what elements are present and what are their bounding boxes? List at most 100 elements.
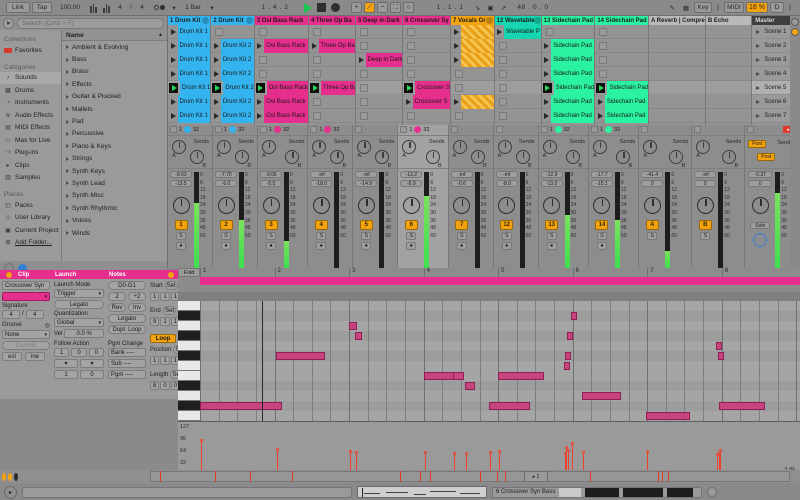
send-b-knob[interactable]	[235, 149, 249, 164]
metronome-icon-2[interactable]	[101, 2, 112, 13]
midi-note[interactable]	[718, 352, 724, 360]
key-map-button[interactable]: Key	[694, 2, 712, 13]
expand-triangle-icon[interactable]	[66, 181, 69, 186]
clip-slot[interactable]: Sidechain Pad	[541, 38, 595, 53]
clip-play-icon[interactable]	[170, 56, 176, 63]
clip-slot[interactable]	[451, 94, 494, 109]
arm-button[interactable]: ●	[546, 242, 557, 250]
midi-note[interactable]	[200, 402, 282, 410]
output-channel[interactable]: 32	[423, 127, 429, 133]
clip[interactable]: Sidechain Pad	[553, 80, 595, 95]
track-header[interactable]: 14 Sidechain Pad	[595, 16, 649, 25]
halve-notes-button[interactable]: ÷2	[128, 292, 146, 301]
clip-slot-empty[interactable]	[254, 53, 309, 67]
stop-clip-button[interactable]	[360, 83, 369, 92]
send-a-knob[interactable]	[643, 139, 658, 154]
send-b-knob[interactable]	[330, 149, 345, 164]
velocity-handle[interactable]	[582, 450, 586, 454]
play-button[interactable]	[304, 2, 312, 13]
clip-slot[interactable]	[451, 24, 494, 39]
volume-value[interactable]: -6.0	[215, 180, 237, 187]
sidebar-item-samples[interactable]: ▥ Samples	[0, 172, 61, 185]
clip[interactable]: Drum Kit 2	[220, 108, 254, 123]
clip[interactable]: Drum Kit 1	[177, 66, 211, 81]
clip-play-icon[interactable]	[453, 56, 459, 63]
cue-volume-button[interactable]: Solo	[750, 222, 771, 229]
clip-slot[interactable]: Crossover S	[403, 94, 451, 109]
sidebar-item-sounds[interactable]: ♪ Sounds	[0, 71, 61, 84]
clip-slot[interactable]: Sidechain Pad	[541, 52, 595, 67]
track-number-button[interactable]: B	[698, 220, 712, 230]
send-a-knob[interactable]	[696, 139, 711, 154]
stop-clip-button[interactable]	[545, 27, 554, 36]
volume-value[interactable]: -0.6	[450, 180, 473, 187]
solo-button[interactable]: S	[221, 232, 231, 240]
clip[interactable]: Sidechain Pad	[551, 52, 595, 67]
send-a-knob[interactable]	[357, 139, 372, 154]
overview-icon-a[interactable]	[2, 472, 6, 481]
sidebar-item-add-folder[interactable]: ⊞ Add Folder...	[0, 237, 61, 250]
track-activator[interactable]	[450, 126, 458, 134]
clip[interactable]: Drum Kit 2	[220, 66, 254, 81]
stop-clip-button[interactable]	[407, 27, 416, 36]
send-a-knob[interactable]	[542, 139, 557, 154]
follow-chance-a[interactable]: 1	[54, 370, 78, 379]
stop-clip-button[interactable]	[313, 97, 322, 106]
scene-launch-icon[interactable]	[756, 43, 761, 48]
stop-clip-button[interactable]	[360, 27, 369, 36]
pan-knob[interactable]	[357, 197, 375, 214]
commit-groove-button[interactable]: Commit	[2, 341, 50, 350]
midi-note[interactable]	[498, 372, 545, 380]
pan-value[interactable]: -12.2	[400, 171, 423, 178]
sidebar-item-plugins[interactable]: ⊣ Plug-ins	[0, 147, 61, 160]
clip-slot-empty[interactable]	[403, 39, 451, 53]
clip-play-icon[interactable]	[170, 70, 176, 77]
overview-icon-b[interactable]	[8, 472, 12, 481]
clip-slot[interactable]: Drum Kit 1	[168, 80, 211, 95]
piano-key[interactable]	[178, 381, 200, 391]
signature-numerator[interactable]: 4	[2, 310, 20, 319]
scene-launch-icon[interactable]	[756, 29, 761, 34]
solo-button[interactable]: S	[596, 232, 607, 240]
send-b-knob[interactable]	[470, 149, 485, 164]
piano-key[interactable]	[178, 351, 200, 361]
track-header[interactable]: 3 Osl Bass Rack	[254, 16, 309, 25]
sidebar-item-packs[interactable]: ◰ Packs	[0, 199, 61, 212]
quantization-value[interactable]: 1 Bar	[180, 2, 206, 13]
length-beats[interactable]: 0	[160, 381, 170, 390]
piano-key[interactable]	[178, 341, 200, 351]
stop-clip-button[interactable]	[455, 69, 464, 78]
track-header[interactable]: 13 Sidechain Pad	[541, 16, 595, 25]
solo-button[interactable]: S	[361, 232, 372, 240]
clip[interactable]: Crossover S	[415, 80, 451, 95]
velocity-handle[interactable]	[464, 451, 468, 455]
velocity-handle[interactable]	[453, 452, 457, 456]
loop-brace[interactable]	[200, 277, 800, 285]
length-bars[interactable]: 8	[150, 381, 160, 390]
end-beats[interactable]: 1	[160, 317, 170, 326]
clip-button-b[interactable]: ine	[25, 352, 45, 361]
clip-slot-empty[interactable]	[309, 95, 356, 109]
clip-slot-empty[interactable]	[309, 67, 356, 81]
sidebar-item-instruments[interactable]: ◔ Instruments	[0, 97, 61, 110]
clip-slot[interactable]: Drum Kit 2	[211, 80, 254, 95]
clip-play-icon[interactable]	[597, 112, 603, 119]
clip-slot-empty[interactable]	[356, 67, 403, 81]
clip-slot-empty[interactable]	[451, 109, 494, 123]
clip-play-icon[interactable]	[544, 112, 550, 119]
crossfader-icon[interactable]	[791, 18, 799, 26]
scene-launch-icon[interactable]	[756, 113, 761, 118]
grid-icon[interactable]: ▦	[680, 2, 692, 13]
punch-icon[interactable]: ○	[403, 2, 414, 13]
stop-button[interactable]	[317, 3, 326, 12]
arm-icon[interactable]	[274, 126, 282, 134]
track-activator[interactable]	[400, 126, 408, 134]
search-input[interactable]: Search (Cmd + F)	[17, 17, 164, 29]
pencil-icon[interactable]: ✎	[666, 2, 678, 13]
stop-clip-button[interactable]	[215, 27, 224, 36]
clip[interactable]: Drum Kit 2	[220, 52, 254, 67]
send-a-knob[interactable]	[452, 139, 467, 154]
scene-launch-icon[interactable]	[756, 71, 761, 76]
clip-slot[interactable]: Crossover S	[403, 80, 451, 95]
sidebar-item-midi-effects[interactable]: ▤ MIDI Effects	[0, 122, 61, 135]
